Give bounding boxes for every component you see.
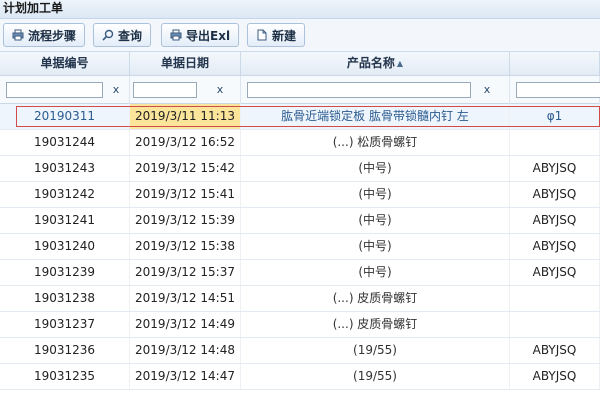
data-grid: 单据编号 单据日期 产品名称 ▲ x x x 20190311 2019/3/11 … bbox=[0, 52, 600, 400]
cell-product-name: (中号) bbox=[241, 234, 510, 259]
cell-product-name: (19/55) bbox=[241, 364, 510, 389]
table-row[interactable]: 19031239 2019/3/12 15:37 (中号) ABYJSQ bbox=[0, 260, 600, 286]
cell-doc-number: 20190311 bbox=[0, 104, 130, 129]
query-label: 查询 bbox=[118, 28, 143, 43]
cell-doc-number: 19031237 bbox=[0, 312, 130, 337]
filter-input-extra[interactable] bbox=[516, 82, 600, 98]
sort-asc-icon: ▲ bbox=[396, 59, 404, 68]
cell-extra bbox=[510, 130, 600, 155]
export-excel-label: 导出Exl bbox=[186, 28, 231, 43]
cell-extra: ABYJSQ bbox=[510, 338, 600, 363]
cell-doc-date: 2019/3/11 11:13 bbox=[130, 104, 241, 129]
cell-product-name: 肱骨近端锁定板 肱骨带锁髓内钉 左 bbox=[241, 104, 510, 129]
cell-doc-date: 2019/3/12 15:38 bbox=[130, 234, 241, 259]
cell-doc-date: 2019/3/12 16:52 bbox=[130, 130, 241, 155]
column-header-product-name[interactable]: 产品名称 ▲ bbox=[241, 52, 510, 76]
cell-doc-number: 19031239 bbox=[0, 260, 130, 285]
table-row[interactable]: 19031244 2019/3/12 16:52 (...) 松质骨螺钉 bbox=[0, 130, 600, 156]
cell-product-name: (...) 皮质骨螺钉 bbox=[241, 312, 510, 337]
cell-doc-date: 2019/3/12 14:47 bbox=[130, 364, 241, 389]
table-row[interactable]: 19031238 2019/3/12 14:51 (...) 皮质骨螺钉 bbox=[0, 286, 600, 312]
column-header-doc-number[interactable]: 单据编号 bbox=[0, 52, 130, 76]
cell-extra: φ1 bbox=[510, 104, 600, 129]
table-row[interactable]: 19031236 2019/3/12 14:48 (19/55) ABYJSQ bbox=[0, 338, 600, 364]
cell-doc-number: 19031240 bbox=[0, 234, 130, 259]
cell-doc-date: 2019/3/12 15:42 bbox=[130, 156, 241, 181]
table-row[interactable]: 19031240 2019/3/12 15:38 (中号) ABYJSQ bbox=[0, 234, 600, 260]
cell-doc-number: 19031241 bbox=[0, 208, 130, 233]
toolbar: 流程步骤 查询 导出Exl 新建 bbox=[0, 19, 600, 52]
cell-product-name: (中号) bbox=[241, 156, 510, 181]
new-label: 新建 bbox=[272, 28, 297, 43]
cell-product-name: (19/55) bbox=[241, 338, 510, 363]
table-row[interactable]: 20190311 2019/3/11 11:13 肱骨近端锁定板 肱骨带锁髓内钉 左… bbox=[0, 104, 600, 130]
cell-doc-date: 2019/3/12 14:48 bbox=[130, 338, 241, 363]
table-row[interactable]: 19031243 2019/3/12 15:42 (中号) ABYJSQ bbox=[0, 156, 600, 182]
filter-cell-product-name: x bbox=[241, 76, 510, 104]
cell-doc-number: 19031235 bbox=[0, 364, 130, 389]
filter-input-product-name[interactable] bbox=[247, 82, 471, 98]
cell-extra: ABYJSQ bbox=[510, 364, 600, 389]
filter-cell-extra bbox=[510, 76, 600, 104]
cell-product-name: (中号) bbox=[241, 182, 510, 207]
cell-doc-date: 2019/3/12 15:41 bbox=[130, 182, 241, 207]
search-icon bbox=[102, 29, 114, 41]
process-steps-button[interactable]: 流程步骤 bbox=[3, 23, 86, 47]
header-row: 单据编号 单据日期 产品名称 ▲ bbox=[0, 52, 600, 76]
printer-icon bbox=[12, 29, 24, 41]
cell-extra: ABYJSQ bbox=[510, 234, 600, 259]
printer-icon bbox=[170, 29, 182, 41]
cell-doc-number: 19031243 bbox=[0, 156, 130, 181]
table-row[interactable]: 19031242 2019/3/12 15:41 (中号) ABYJSQ bbox=[0, 182, 600, 208]
cell-extra bbox=[510, 286, 600, 311]
cell-product-name: (...) 松质骨螺钉 bbox=[241, 130, 510, 155]
cell-product-name: (中号) bbox=[241, 260, 510, 285]
cell-doc-number: 19031236 bbox=[0, 338, 130, 363]
column-header-extra[interactable] bbox=[510, 52, 600, 76]
cell-doc-number: 19031244 bbox=[0, 130, 130, 155]
cell-extra: ABYJSQ bbox=[510, 182, 600, 207]
clear-filter-doc-date-button[interactable]: x bbox=[214, 82, 226, 98]
column-header-doc-date[interactable]: 单据日期 bbox=[130, 52, 241, 76]
document-icon bbox=[257, 29, 267, 41]
cell-product-name: (...) 皮质骨螺钉 bbox=[241, 286, 510, 311]
cell-extra bbox=[510, 312, 600, 337]
export-excel-button[interactable]: 导出Exl bbox=[161, 23, 240, 47]
cell-doc-date: 2019/3/12 15:37 bbox=[130, 260, 241, 285]
clear-filter-doc-number-button[interactable]: x bbox=[110, 82, 122, 98]
filter-row: x x x bbox=[0, 76, 600, 104]
table-row[interactable]: 19031235 2019/3/12 14:47 (19/55) ABYJSQ bbox=[0, 364, 600, 390]
window-title: 计划加工单 bbox=[0, 0, 600, 19]
filter-input-doc-date[interactable] bbox=[133, 82, 197, 98]
cell-doc-number: 19031242 bbox=[0, 182, 130, 207]
cell-extra: ABYJSQ bbox=[510, 208, 600, 233]
clear-filter-product-name-button[interactable]: x bbox=[481, 82, 493, 98]
cell-extra: ABYJSQ bbox=[510, 260, 600, 285]
filter-input-doc-number[interactable] bbox=[6, 82, 103, 98]
filter-cell-doc-number: x bbox=[0, 76, 130, 104]
cell-doc-date: 2019/3/12 15:39 bbox=[130, 208, 241, 233]
table-row[interactable]: 19031237 2019/3/12 14:49 (...) 皮质骨螺钉 bbox=[0, 312, 600, 338]
cell-extra: ABYJSQ bbox=[510, 156, 600, 181]
process-steps-label: 流程步骤 bbox=[28, 28, 77, 43]
cell-doc-date: 2019/3/12 14:51 bbox=[130, 286, 241, 311]
cell-doc-date: 2019/3/12 14:49 bbox=[130, 312, 241, 337]
cell-doc-number: 19031238 bbox=[0, 286, 130, 311]
filter-cell-doc-date: x bbox=[130, 76, 241, 104]
query-button[interactable]: 查询 bbox=[93, 23, 152, 47]
table-row[interactable]: 19031241 2019/3/12 15:39 (中号) ABYJSQ bbox=[0, 208, 600, 234]
cell-product-name: (中号) bbox=[241, 208, 510, 233]
new-button[interactable]: 新建 bbox=[247, 23, 306, 47]
